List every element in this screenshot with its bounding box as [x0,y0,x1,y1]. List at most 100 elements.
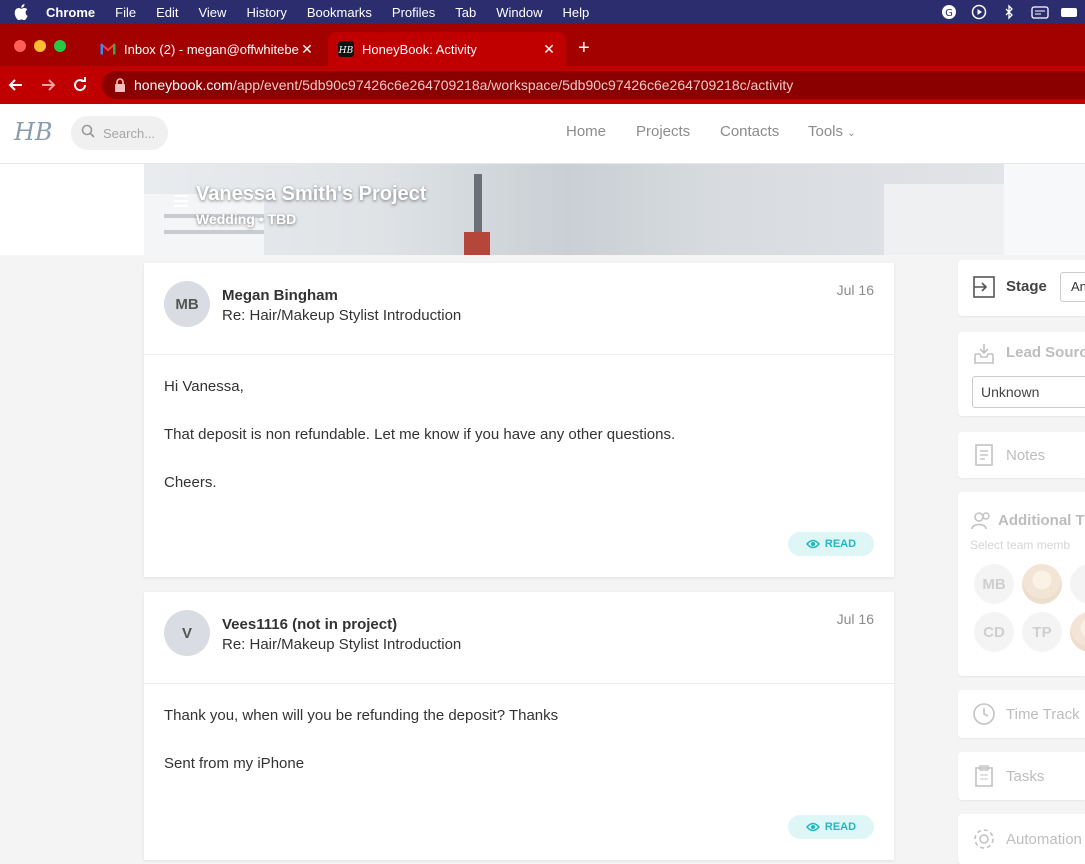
left-panel [0,164,144,255]
tasks-card[interactable]: Tasks [958,752,1085,800]
forward-icon[interactable] [38,75,58,95]
read-status-badge: READ [788,532,874,556]
message-card: V Vees1116 (not in project) Re: Hair/Mak… [144,592,894,860]
chevron-down-icon: ⌄ [847,128,856,139]
lock-icon[interactable] [114,78,126,92]
team-member-avatar[interactable]: MB [974,564,1014,604]
stage-card: Stage An [958,260,1085,316]
tab-title: Inbox (2) - megan@offwhitebe [124,41,299,57]
battery-icon[interactable] [1061,4,1077,20]
nav-contacts[interactable]: Contacts [720,123,779,140]
notes-label: Notes [1006,447,1046,464]
nav-projects[interactable]: Projects [636,123,690,140]
team-icon [970,509,994,533]
menu-help[interactable]: Help [563,5,590,20]
minimize-window-button[interactable] [34,40,46,52]
grammarly-icon[interactable]: G [941,4,957,20]
stage-label: Stage [1006,278,1047,295]
banner-background [164,230,264,234]
team-member-photo[interactable] [1070,612,1085,652]
read-status-label: READ [824,821,857,833]
tab-title: HoneyBook: Activity [362,41,477,57]
message-header: MB Megan Bingham Re: Hair/Makeup Stylist… [144,263,894,355]
card-icon[interactable] [1031,4,1049,20]
lead-source-select[interactable]: Unknown [972,376,1085,408]
maximize-window-button[interactable] [54,40,66,52]
stage-select[interactable]: An [1060,272,1085,302]
menu-view[interactable]: View [198,5,226,20]
window-controls [14,40,66,52]
avatar: V [164,610,210,656]
banner-background [464,232,490,255]
read-status-badge: READ [788,815,874,839]
inbox-icon [972,342,996,366]
menu-file[interactable]: File [115,5,136,20]
team-card: Additional T Select team memb MB K CD TP [958,492,1085,676]
menu-bookmarks[interactable]: Bookmarks [307,5,372,20]
team-member-avatar[interactable]: K [1070,564,1085,604]
eye-icon [805,822,820,832]
search-box[interactable] [71,116,168,150]
notes-card[interactable]: Notes [958,432,1085,478]
svg-text:G: G [945,8,953,19]
time-tracker-label: Time Track [1006,706,1080,723]
new-tab-button[interactable]: + [578,37,590,60]
url-path: /app/event/5db90c97426c6e264709218a/work… [232,77,794,93]
automation-label: Automation [1006,831,1082,848]
message-date: Jul 16 [836,611,874,627]
bluetooth-icon[interactable] [1001,4,1017,20]
lead-source-label: Lead Sourc [1006,344,1085,361]
message-line: Sent from my iPhone [164,755,305,772]
message-date: Jul 16 [836,282,874,298]
message-line: Hi Vanessa, [164,378,244,395]
banner-background [1004,164,1085,255]
tab-honeybook[interactable]: HB HoneyBook: Activity ✕ [328,32,566,66]
svg-text:HB: HB [338,46,354,56]
nav-tools-label: Tools [808,123,844,140]
project-title: Vanessa Smith's Project [196,183,427,205]
message-card: MB Megan Bingham Re: Hair/Makeup Stylist… [144,263,894,577]
read-status-label: READ [824,538,857,550]
close-window-button[interactable] [14,40,26,52]
message-sender: Vees1116 (not in project) [222,616,398,633]
eye-icon [805,539,820,549]
automation-card[interactable]: Automation [958,814,1085,864]
gear-icon [972,827,996,851]
message-line: Thank you, when will you be refunding th… [164,707,559,724]
reload-icon[interactable] [70,75,90,95]
team-member-avatar[interactable]: TP [1022,612,1062,652]
apple-icon[interactable] [14,4,30,20]
gmail-icon [100,41,116,57]
message-subject: Re: Hair/Makeup Stylist Introduction [222,636,462,653]
time-tracker-card[interactable]: Time Track [958,690,1085,738]
avatar: MB [164,281,210,327]
play-icon[interactable] [971,4,987,20]
message-subject: Re: Hair/Makeup Stylist Introduction [222,307,462,324]
team-label: Additional T [998,512,1085,529]
menu-window[interactable]: Window [496,5,542,20]
menu-tab[interactable]: Tab [455,5,476,20]
message-header: V Vees1116 (not in project) Re: Hair/Mak… [144,592,894,684]
back-icon[interactable] [6,75,26,95]
honeybook-icon: HB [338,41,354,57]
tasks-label: Tasks [1006,768,1045,785]
search-input[interactable] [103,125,163,141]
honeybook-logo[interactable]: HB [14,118,53,146]
menu-icon[interactable] [174,194,190,208]
menu-edit[interactable]: Edit [156,5,178,20]
message-body: Thank you, when will you be refunding th… [144,684,894,776]
close-tab-icon[interactable]: ✕ [542,41,556,57]
message-line: Cheers. [164,474,217,491]
close-tab-icon[interactable]: ✕ [300,41,314,57]
address-bar[interactable]: honeybook.com/app/event/5db90c97426c6e26… [102,71,1085,99]
stage-icon [972,275,996,299]
menu-history[interactable]: History [246,5,286,20]
menu-profiles[interactable]: Profiles [392,5,435,20]
browser-tabbar: Inbox (2) - megan@offwhitebe ✕ HB HoneyB… [0,24,1085,66]
menu-chrome[interactable]: Chrome [46,5,95,20]
team-member-avatar[interactable]: CD [974,612,1014,652]
nav-tools[interactable]: Tools ⌄ [808,123,856,140]
tab-gmail[interactable]: Inbox (2) - megan@offwhitebe ✕ [90,32,324,66]
nav-home[interactable]: Home [566,123,606,140]
team-member-photo[interactable] [1022,564,1062,604]
